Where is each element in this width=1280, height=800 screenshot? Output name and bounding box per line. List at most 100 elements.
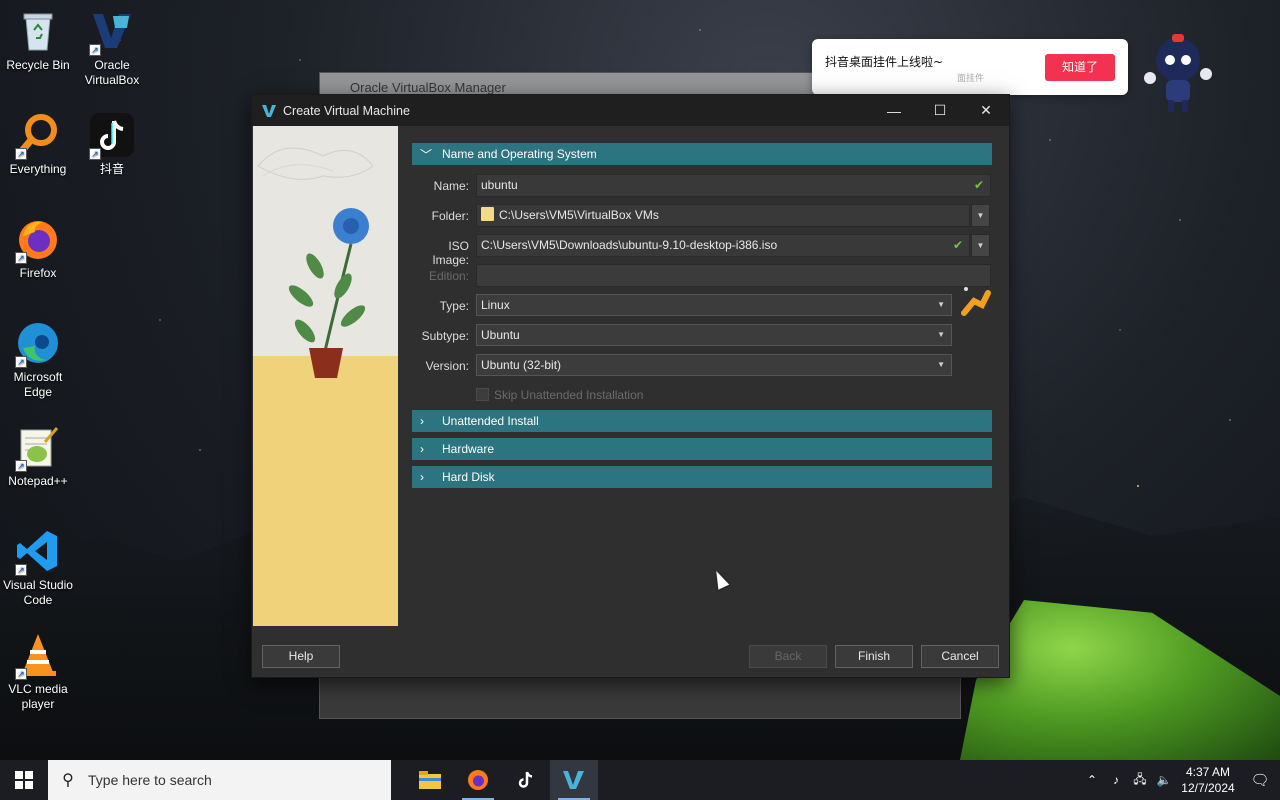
help-button[interactable]: Help (262, 645, 340, 668)
edition-label: Edition: (428, 269, 469, 283)
type-select[interactable]: Linux ▼ (476, 294, 952, 316)
douyin-icon: ↗ (89, 112, 135, 160)
section-hard-disk-header[interactable]: › Hard Disk (412, 466, 992, 488)
dialog-title: Create Virtual Machine (283, 103, 410, 118)
chevron-down-icon: ▼ (937, 300, 945, 309)
finish-button[interactable]: Finish (835, 645, 913, 668)
taskbar-virtualbox[interactable] (550, 760, 598, 800)
shortcut-arrow-icon: ↗ (15, 356, 27, 368)
check-icon: ✔ (952, 238, 963, 252)
dialog-close-button[interactable]: ✕ (963, 95, 1009, 126)
chevron-down-icon: ▼ (937, 330, 945, 339)
shortcut-arrow-icon: ↗ (89, 148, 101, 160)
desktop-icon-everything[interactable]: ↗ Everything (0, 112, 76, 177)
taskbar: ⚲ Type here to search ⌃ ♪ 🖧 🔈 4:37 AM 12… (0, 760, 1280, 800)
desktop-icon-label: Visual Studio Code (3, 578, 73, 607)
taskbar-firefox[interactable] (454, 760, 502, 800)
iso-input[interactable]: C:\Users\VM5\Downloads\ubuntu-9.10-deskt… (476, 234, 970, 257)
virtualbox-icon: ↗ (89, 8, 135, 56)
subtype-select[interactable]: Ubuntu ▼ (476, 324, 952, 346)
notification-icon[interactable]: 🗨 (1240, 771, 1280, 789)
folder-input[interactable]: C:\Users\VM5\VirtualBox VMs (476, 204, 970, 227)
firefox-icon: ↗ (15, 216, 61, 264)
create-vm-dialog[interactable]: Create Virtual Machine — ☐ ✕ ﹀ Name and … (251, 94, 1010, 678)
shortcut-arrow-icon: ↗ (15, 252, 27, 264)
desktop-icon-label: Everything (9, 162, 67, 176)
section-hard-disk-label: Hard Disk (442, 470, 495, 484)
volume-muted-icon[interactable]: 🔈 (1152, 773, 1176, 787)
toast-message: 抖音桌面挂件上线啦~ (825, 55, 944, 69)
folder-dropdown-button[interactable]: ▼ (971, 204, 990, 227)
subtype-value: Ubuntu (481, 328, 520, 342)
desktop-icon-label: Firefox (19, 266, 57, 280)
desktop-icon-firefox[interactable]: ↗ Firefox (0, 216, 76, 281)
desktop-icon-edge[interactable]: ↗ Microsoft Edge (0, 320, 76, 400)
maximize-icon: ☐ (933, 102, 947, 118)
subtype-label: Subtype: (421, 329, 469, 343)
douyin-icon (518, 771, 533, 788)
type-label: Type: (439, 299, 469, 313)
subtype-row: Subtype: Ubuntu ▼ (412, 321, 992, 351)
os-type-icon (960, 285, 992, 317)
vlc-icon: ↗ (15, 632, 61, 680)
edition-row: Edition: (412, 261, 992, 291)
clock-date: 12/7/2024 (1181, 781, 1235, 795)
minimize-icon: — (887, 102, 901, 119)
start-button[interactable] (0, 760, 48, 800)
desktop-icon-label: Notepad++ (8, 474, 68, 488)
taskbar-douyin[interactable] (502, 760, 550, 800)
search-placeholder: Type here to search (88, 772, 212, 788)
iso-dropdown-button[interactable]: ▼ (971, 234, 990, 257)
taskbar-file-explorer[interactable] (406, 760, 454, 800)
network-icon[interactable]: 🖧 (1128, 770, 1152, 791)
toast-ok-button[interactable]: 知道了 (1045, 54, 1115, 81)
dialog-minimize-button[interactable]: — (871, 95, 917, 126)
name-value: ubuntu (481, 178, 518, 192)
folder-row: Folder: C:\Users\VM5\VirtualBox VMs ▼ (412, 201, 992, 231)
desktop-icon-vscode[interactable]: ↗ Visual Studio Code (0, 528, 76, 608)
iso-value: C:\Users\VM5\Downloads\ubuntu-9.10-deskt… (481, 238, 778, 252)
section-name-os-header[interactable]: ﹀ Name and Operating System (412, 143, 992, 165)
chevron-up-icon[interactable]: ⌃ (1080, 773, 1104, 787)
desktop-icon-recycle-bin[interactable]: Recycle Bin (0, 8, 76, 73)
desktop-icon-vlc[interactable]: ↗ VLC media player (0, 632, 76, 712)
douyin-mascot-icon[interactable] (1142, 30, 1214, 114)
skip-unattended-label: Skip Unattended Installation (494, 388, 644, 402)
chevron-right-icon: › (420, 470, 424, 484)
vscode-icon: ↗ (15, 528, 61, 576)
chevron-right-icon: › (420, 414, 424, 428)
douyin-tray-icon[interactable]: ♪ (1104, 773, 1128, 787)
name-input[interactable]: ubuntu ✔ (476, 174, 991, 197)
desktop-icon-label: 抖音 (99, 162, 124, 176)
desktop-icon-notepadpp[interactable]: ↗ Notepad++ (0, 424, 76, 489)
system-tray: ⌃ ♪ 🖧 🔈 4:37 AM 12/7/2024 🗨 (1080, 760, 1280, 800)
recycle-bin-icon (15, 8, 61, 54)
taskbar-search-box[interactable]: ⚲ Type here to search (48, 760, 391, 800)
virtualbox-icon (262, 104, 276, 117)
type-row: Type: Linux ▼ (412, 287, 992, 321)
chevron-down-icon: ▼ (937, 360, 945, 369)
edition-select (476, 264, 991, 287)
chevron-down-icon: ▼ (976, 241, 985, 250)
version-value: Ubuntu (32-bit) (481, 358, 562, 372)
firefox-icon (468, 770, 488, 790)
dialog-maximize-button[interactable]: ☐ (917, 95, 963, 126)
folder-icon (481, 207, 494, 221)
shortcut-arrow-icon: ↗ (15, 148, 27, 160)
version-select[interactable]: Ubuntu (32-bit) ▼ (476, 354, 952, 376)
cancel-button[interactable]: Cancel (921, 645, 999, 668)
version-label: Version: (425, 359, 469, 373)
iso-row: ISO Image: C:\Users\VM5\Downloads\ubuntu… (412, 231, 992, 267)
desktop-icon-douyin[interactable]: ↗ 抖音 (74, 112, 150, 177)
dialog-content: ﹀ Name and Operating System Name: ubuntu… (412, 143, 992, 494)
virtualbox-manager-title: Oracle VirtualBox Manager (350, 79, 506, 95)
plant-illustration (257, 147, 374, 378)
taskbar-clock[interactable]: 4:37 AM 12/7/2024 (1176, 764, 1240, 796)
desktop-icon-label: Microsoft Edge (13, 370, 63, 399)
section-unattended-header[interactable]: › Unattended Install (412, 410, 992, 432)
section-hardware-header[interactable]: › Hardware (412, 438, 992, 460)
notepadpp-icon: ↗ (15, 424, 61, 472)
name-label: Name: (433, 179, 469, 193)
desktop-icon-virtualbox[interactable]: ↗ Oracle VirtualBox (74, 8, 150, 88)
desktop-icon-label: Recycle Bin (6, 58, 70, 72)
